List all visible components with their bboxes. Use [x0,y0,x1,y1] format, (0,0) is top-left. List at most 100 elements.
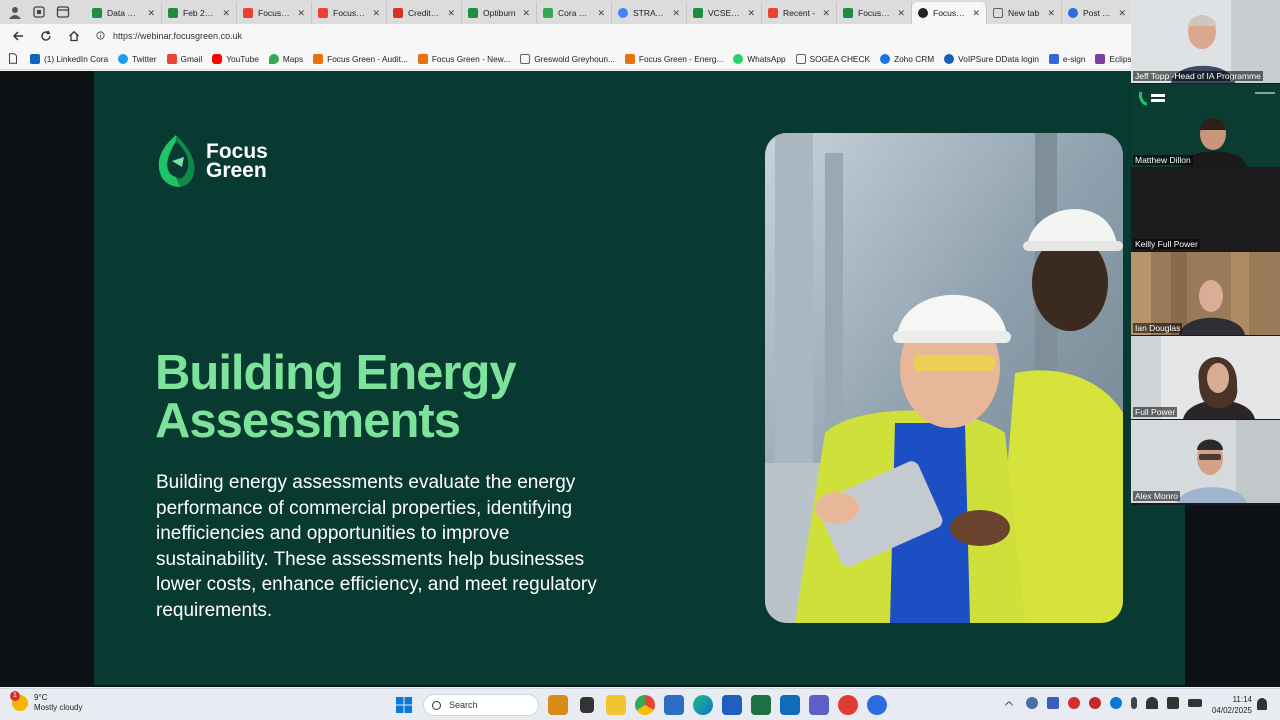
browser-tab[interactable]: Optiburn ✕ [462,2,537,24]
reload-button[interactable] [36,26,56,46]
security-icon[interactable] [1089,697,1101,709]
close-icon[interactable]: ✕ [222,8,230,19]
notification-bell-icon[interactable] [1257,698,1267,710]
browser-tab[interactable]: Focus Gr ✕ [237,2,312,24]
close-icon[interactable]: ✕ [747,8,755,19]
microphone-icon[interactable] [1131,697,1137,709]
close-icon[interactable]: ✕ [1118,8,1126,19]
voipsure-icon [944,53,955,64]
profile-icon[interactable] [8,5,22,19]
participant-tile[interactable]: Full Power [1131,336,1280,419]
bookmark-label: WhatsApp [747,53,786,64]
acrobat-icon[interactable] [838,695,858,715]
bookmark-esign[interactable]: e-sign [1048,53,1085,64]
briefcase-icon[interactable] [548,695,568,715]
participant-tile[interactable]: Keilly Full Power [1131,168,1280,251]
browser-tab[interactable]: Feb 2025 ✕ [162,2,237,24]
participant-tile[interactable]: Alex Monro [1131,420,1280,503]
windows-taskbar: 1 9°C Mostly cloudy Search 11:14 04/02/2… [0,688,1280,720]
close-icon[interactable]: ✕ [297,8,305,19]
browser-tab[interactable]: Recent - ✕ [762,2,837,24]
tab-favicon-icon [693,8,703,18]
volume-icon[interactable] [1167,697,1179,709]
battery-icon[interactable] [1188,699,1202,707]
close-icon[interactable]: ✕ [372,8,380,19]
tab-label: Creditsaf [408,8,442,18]
bookmark-sogea[interactable]: SOGEA CHECK [795,53,870,64]
bookmark-label: Focus Green - Audit... [327,53,408,64]
home-button[interactable] [64,26,84,46]
taskbar-search[interactable]: Search [423,694,539,716]
zoho-icon [880,53,890,64]
bookmark-focus-green-audit[interactable]: Focus Green - Audit... [313,53,408,64]
workspaces-icon[interactable] [32,5,46,19]
bookmark-label: SOGEA CHECK [809,53,870,64]
page-icon [520,53,531,64]
outlook-icon[interactable] [780,695,800,715]
bookmark-voipsure[interactable]: VoIPSure DData login [944,53,1039,64]
weather-widget[interactable]: 1 9°C Mostly cloudy [10,691,82,713]
bookmark-focus-green-new[interactable]: Focus Green - New... [417,53,511,64]
url-field[interactable]: https://webinar.focusgreen.co.uk [96,27,1056,45]
browser-tab-active[interactable]: Focus Gr ✕ [912,2,987,24]
site-info-icon[interactable] [96,30,105,42]
bookmark-twitter[interactable]: Twitter [118,53,157,64]
focus-green-favicon-icon [624,53,635,64]
teams-icon[interactable] [809,695,829,715]
sync-icon[interactable] [1026,697,1038,709]
tab-label: New tab [1008,8,1040,18]
windows-start-icon[interactable] [394,695,414,715]
browser-tab[interactable]: Focus Gr ✕ [312,2,387,24]
edge-icon[interactable] [693,695,713,715]
close-icon[interactable]: ✕ [897,8,905,19]
browser-tab[interactable]: VCSE - CF ✕ [687,2,762,24]
meeting-side-area [1185,505,1280,687]
bookmark-zoho[interactable]: Zoho CRM [880,53,934,64]
shield-icon[interactable] [1047,697,1059,709]
participant-tile[interactable]: Matthew Dillon [1131,84,1280,167]
bookmark-greswold[interactable]: Greswold Greyhoun... [520,53,615,64]
file-explorer-icon[interactable] [606,695,626,715]
close-icon[interactable]: ✕ [522,8,530,19]
close-icon[interactable]: ✕ [597,8,605,19]
browser-tab[interactable]: STRATCH ✕ [612,2,687,24]
close-icon[interactable]: ✕ [822,8,830,19]
system-tray [1004,697,1211,710]
bookmark-youtube[interactable]: YouTube [212,53,259,64]
zoom-icon[interactable] [867,695,887,715]
close-icon[interactable]: ✕ [972,8,980,19]
tab-favicon-icon [918,8,928,18]
browser-tab[interactable]: New tab ✕ [987,2,1062,24]
word-icon[interactable] [722,695,742,715]
bookmark-linkedin[interactable]: (1) LinkedIn Cora [30,53,108,64]
bookmarks-folder-icon[interactable] [8,53,18,64]
participant-tile[interactable]: Ian Douglas [1131,252,1280,335]
chrome-icon[interactable] [635,695,655,715]
task-view-icon[interactable] [580,697,594,713]
wifi-icon[interactable] [1146,697,1158,709]
participant-tile[interactable]: Jeff Topp -Head of IA Programme [1131,0,1280,83]
bookmark-label: Focus Green - New... [431,53,511,64]
clock-date: 04/02/2025 [1211,706,1252,715]
close-icon[interactable]: ✕ [1047,8,1055,19]
bookmark-gmail[interactable]: Gmail [166,53,202,64]
back-button[interactable] [8,26,28,46]
tab-actions-icon[interactable] [56,5,70,19]
bookmark-whatsapp[interactable]: WhatsApp [733,53,786,64]
bookmark-focus-green-energ[interactable]: Focus Green - Energ... [624,53,723,64]
browser-tab[interactable]: Focus Gr ✕ [837,2,912,24]
record-icon[interactable] [1068,697,1080,709]
close-icon[interactable]: ✕ [672,8,680,19]
excel-icon[interactable] [751,695,771,715]
bookmark-maps[interactable]: Maps [268,53,303,64]
browser-tab[interactable]: Post Atte ✕ [1062,2,1132,24]
chevron-up-icon[interactable] [1004,700,1014,710]
close-icon[interactable]: ✕ [147,8,155,19]
browser-tab[interactable]: Cora & D ✕ [537,2,612,24]
close-icon[interactable]: ✕ [447,8,455,19]
onedrive-cloud-icon[interactable] [1110,697,1122,709]
browser-tab[interactable]: Data Coll ✕ [86,2,162,24]
browser-tab[interactable]: Creditsaf ✕ [387,2,462,24]
store-icon[interactable] [664,695,684,715]
system-clock[interactable]: 11:14 04/02/2025 [1206,694,1252,716]
